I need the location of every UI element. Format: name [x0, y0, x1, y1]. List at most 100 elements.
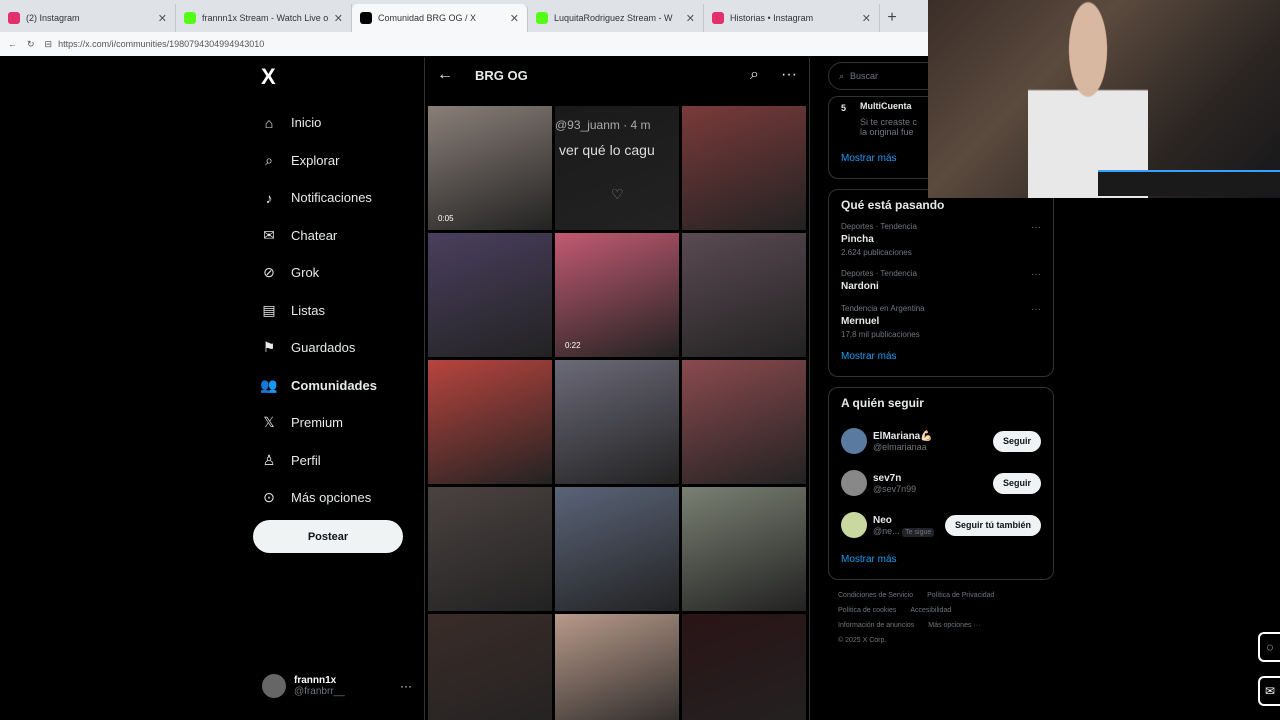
sidebar-item-label: Premium — [291, 415, 344, 431]
community-header: ← BRG OG ⌕ ··· — [425, 58, 809, 92]
tab-title: (2) Instagram — [26, 13, 80, 23]
trend-item[interactable]: Tendencia en Argentina Mernuel 17,8 mil pu… — [841, 304, 1041, 339]
trend-item[interactable]: Deportes · Tendencia Pincha 2.624 publicac… — [841, 222, 1041, 257]
follow-suggestion[interactable]: Neo @ne... Te sigue Seguir tú también — [841, 504, 1041, 546]
chat-icon[interactable]: ◌ — [1258, 632, 1280, 662]
mail-icon[interactable]: ✉ — [1258, 676, 1280, 706]
mail-icon: ✉ — [263, 226, 275, 243]
favicon-icon — [8, 12, 20, 24]
follow-button[interactable]: Seguir — [992, 430, 1041, 452]
thumbnail-caption: @93_juanm · 4 m — [555, 118, 651, 132]
new-tab-button[interactable]: + — [880, 4, 904, 32]
media-thumbnail[interactable] — [428, 614, 552, 720]
footer-link[interactable]: Información de anuncios — [838, 622, 914, 629]
close-tab-icon[interactable]: ✕ — [862, 12, 871, 25]
account-switcher[interactable]: frannn1x @franbrr__ ··· — [262, 674, 412, 698]
media-thumbnail[interactable]: @93_juanm · 4 m ver qué lo cagu ♡ — [555, 106, 679, 230]
browser-tab[interactable]: LuquitaRodriguez Stream - W ✕ — [528, 4, 704, 32]
media-thumbnail[interactable] — [682, 614, 806, 720]
sidebar-item-explorar[interactable]: ⌕ Explorar — [253, 142, 423, 180]
sidebar-item-perfil[interactable]: ♙ Perfil — [253, 442, 423, 480]
follow-button[interactable]: Seguir tú también — [944, 514, 1041, 536]
sidebar-item-label: Perfil — [291, 452, 321, 468]
back-icon[interactable]: ← — [8, 39, 17, 49]
media-thumbnail[interactable]: 0:22 — [555, 233, 679, 357]
favicon-icon — [360, 12, 372, 24]
follows-you-badge: Te sigue — [902, 527, 935, 537]
media-thumbnail[interactable] — [428, 233, 552, 357]
footer-link[interactable]: Accesibilidad — [910, 607, 951, 614]
browser-tab[interactable]: frannn1x Stream - Watch Live on ✕ — [176, 4, 352, 32]
media-thumbnail[interactable] — [555, 360, 679, 484]
media-thumbnail[interactable] — [428, 487, 552, 611]
media-thumbnail[interactable] — [555, 614, 679, 720]
sidebar-item-notificaciones[interactable]: ♪ Notificaciones — [253, 179, 423, 217]
more-icon[interactable]: ··· — [1031, 304, 1041, 315]
close-tab-icon[interactable]: ✕ — [510, 12, 519, 25]
follow-suggestion[interactable]: ElMariana💪🏻 @elmarianaa Seguir — [841, 420, 1041, 462]
more-icon[interactable]: ··· — [1031, 269, 1041, 280]
reload-icon[interactable]: ↻ — [27, 39, 35, 50]
browser-tab[interactable]: Comunidad BRG OG / X ✕ — [352, 4, 528, 32]
sidebar-item-comunidades[interactable]: 👥 Comunidades — [253, 367, 423, 405]
url-field[interactable]: ⊟ https://x.com/i/communities/1980794304… — [45, 35, 928, 53]
tab-title: Historias • Instagram — [730, 13, 814, 23]
sidebar-item-label: Guardados — [291, 340, 356, 356]
show-more-link[interactable]: Mostrar más — [841, 351, 1041, 362]
sidebar-item-listas[interactable]: ▤ Listas — [253, 292, 423, 330]
footer-link[interactable]: Más opciones ··· — [928, 622, 980, 629]
sidebar-item-premium[interactable]: 𝕏 Premium — [253, 404, 423, 442]
streamer-figure — [1028, 0, 1148, 198]
sidebar-item-inicio[interactable]: ⌂ Inicio — [253, 104, 423, 142]
media-thumbnail[interactable] — [682, 233, 806, 357]
close-tab-icon[interactable]: ✕ — [686, 12, 695, 25]
more-icon[interactable]: ··· — [781, 66, 797, 84]
post-button[interactable]: Postear — [253, 520, 403, 553]
more-circle-icon: ⊙ — [263, 489, 275, 506]
sidebar-item-label: Chatear — [291, 227, 338, 243]
close-tab-icon[interactable]: ✕ — [334, 12, 343, 25]
favicon-icon — [184, 12, 196, 24]
x-logo-icon[interactable]: X — [261, 64, 423, 90]
footer-link[interactable]: Política de cookies — [838, 607, 896, 614]
show-more-link[interactable]: Mostrar más — [841, 554, 1041, 565]
trend-item[interactable]: Deportes · Tendencia Nardoni ··· — [841, 269, 1041, 292]
more-icon[interactable]: ··· — [1031, 222, 1041, 233]
avatar — [841, 428, 867, 454]
search-icon[interactable]: ⌕ — [750, 66, 759, 84]
left-sidebar: X ⌂ Inicio ⌕ Explorar ♪ Notificaciones ✉ Chatea… — [253, 60, 423, 517]
people-icon: 👥 — [260, 376, 278, 393]
back-arrow-icon[interactable]: ← — [437, 66, 453, 84]
media-thumbnail[interactable] — [555, 487, 679, 611]
browser-tab[interactable]: Historias • Instagram ✕ — [704, 4, 880, 32]
sidebar-item-guardados[interactable]: ⚑ Guardados — [253, 329, 423, 367]
footer-link[interactable]: Condiciones de Servicio — [838, 592, 913, 599]
follow-suggestion[interactable]: sev7n @sev7n99 Seguir — [841, 462, 1041, 504]
media-thumbnail[interactable] — [428, 360, 552, 484]
grok-icon: ⊘ — [263, 264, 275, 281]
footer-link[interactable]: Política de Privacidad — [927, 592, 994, 599]
sidebar-item-chatear[interactable]: ✉ Chatear — [253, 217, 423, 255]
media-thumbnail[interactable] — [682, 487, 806, 611]
video-duration: 0:05 — [438, 214, 454, 223]
follow-handle: @ne... — [873, 525, 900, 536]
video-duration: 0:22 — [565, 341, 581, 350]
close-tab-icon[interactable]: ✕ — [158, 12, 167, 25]
site-info-icon[interactable]: ⊟ — [45, 39, 53, 50]
more-icon[interactable]: ··· — [400, 679, 412, 693]
footer-link[interactable]: © 2025 X Corp. — [838, 637, 886, 644]
sidebar-item-grok[interactable]: ⊘ Grok — [253, 254, 423, 292]
browser-tab[interactable]: (2) Instagram ✕ — [0, 4, 176, 32]
media-thumbnail[interactable] — [682, 106, 806, 230]
trend-name: Pincha — [841, 234, 874, 245]
home-icon: ⌂ — [264, 114, 274, 131]
follow-name: ElMariana💪🏻 — [873, 430, 933, 442]
follow-handle: @elmarianaa — [873, 441, 927, 452]
trend-name: Nardoni — [841, 281, 879, 292]
sidebar-item-label: Explorar — [291, 152, 340, 168]
profile-handle: @franbrr__ — [294, 686, 345, 697]
follow-button[interactable]: Seguir — [992, 472, 1041, 494]
sidebar-item-más-opciones[interactable]: ⊙ Más opciones — [253, 479, 423, 517]
media-thumbnail[interactable] — [682, 360, 806, 484]
media-thumbnail[interactable]: 0:05 — [428, 106, 552, 230]
